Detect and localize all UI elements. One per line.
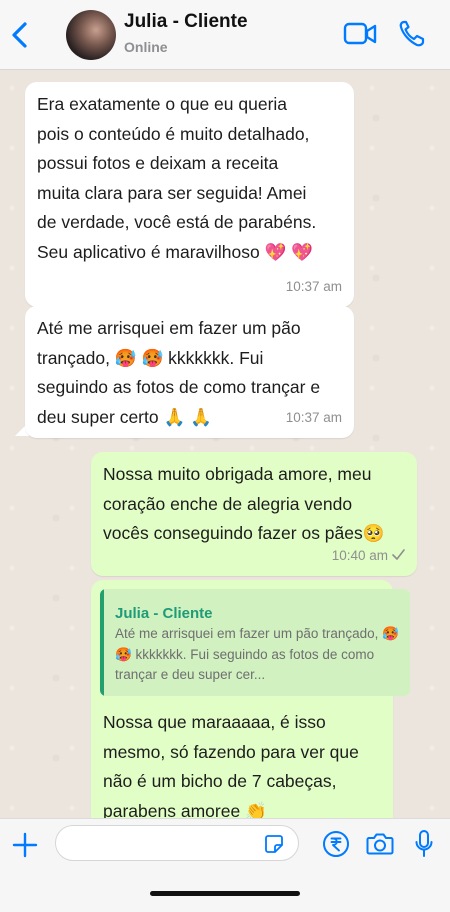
quoted-text: Até me arrisquei em fazer um pão trançad… bbox=[115, 626, 399, 682]
message-line: Nossa muito obrigada amore, meu bbox=[103, 464, 372, 484]
message-time: 10:37 am bbox=[285, 409, 342, 425]
message-line: Seu aplicativo é maravilhoso 💖 💖 bbox=[37, 241, 314, 262]
rupee-icon[interactable] bbox=[322, 830, 350, 858]
message-line: muita clara para ser seguida! Amei bbox=[37, 182, 307, 203]
video-camera-icon[interactable] bbox=[343, 21, 377, 47]
message-input-bar bbox=[0, 818, 450, 912]
chat-header: Julia - Cliente Online bbox=[0, 0, 450, 70]
message-line: Era exatamente o que eu queria bbox=[37, 94, 288, 114]
quoted-message[interactable]: Julia - Cliente Até me arrisquei em faze… bbox=[100, 589, 410, 696]
message-line: coração enche de alegria vendo bbox=[103, 493, 353, 514]
plus-icon[interactable] bbox=[12, 832, 38, 858]
sticker-icon[interactable] bbox=[264, 834, 284, 854]
message-time: 10:40 am bbox=[331, 547, 388, 563]
message-input[interactable] bbox=[55, 825, 299, 861]
home-indicator bbox=[150, 891, 300, 896]
contact-name[interactable]: Julia - Cliente bbox=[124, 11, 248, 33]
outgoing-reply-message[interactable]: Julia - Cliente Até me arrisquei em faze… bbox=[91, 580, 410, 818]
message-line: seguindo as fotos de como trançar e bbox=[37, 377, 321, 397]
check-icon bbox=[392, 548, 405, 560]
message-line: de verdade, você está de parabéns. bbox=[37, 212, 317, 232]
incoming-message[interactable]: Até me arrisquei em fazer um pão trançad… bbox=[25, 306, 354, 438]
message-line: trançado, 🥵 🥵 kkkkkkk. Fui bbox=[37, 347, 264, 368]
message-body: Nossa que maraaaaa, é isso mesmo, só faz… bbox=[103, 708, 393, 818]
message-line: pois o conteúdo é muito detalhado, bbox=[37, 123, 310, 144]
message-line: Até me arrisquei em fazer um pão bbox=[37, 318, 301, 338]
message-line: não é um bicho de 7 cabeças, bbox=[103, 771, 337, 791]
message-time: 10:37 am bbox=[285, 278, 342, 294]
chevron-left-icon[interactable] bbox=[8, 20, 32, 50]
phone-icon[interactable] bbox=[398, 19, 426, 49]
avatar[interactable] bbox=[66, 10, 116, 60]
quote-bar bbox=[100, 589, 104, 696]
chat-area[interactable]: Era exatamente o que eu queria pois o co… bbox=[0, 70, 450, 818]
message-time-row: 10:40 am bbox=[332, 541, 405, 571]
contact-status: Online bbox=[124, 39, 168, 55]
microphone-icon[interactable] bbox=[414, 829, 434, 859]
camera-icon[interactable] bbox=[366, 831, 394, 857]
message-line: possui fotos e deixam a receita bbox=[37, 153, 279, 173]
message-line: parabens amoree 👏 bbox=[103, 800, 267, 819]
message-line: mesmo, só fazendo para ver que bbox=[103, 741, 359, 762]
message-line: Nossa que maraaaaa, é isso bbox=[103, 712, 326, 732]
outgoing-message[interactable]: Nossa muito obrigada amore, meu coração … bbox=[91, 452, 417, 576]
incoming-message[interactable]: Era exatamente o que eu queria pois o co… bbox=[25, 82, 354, 307]
